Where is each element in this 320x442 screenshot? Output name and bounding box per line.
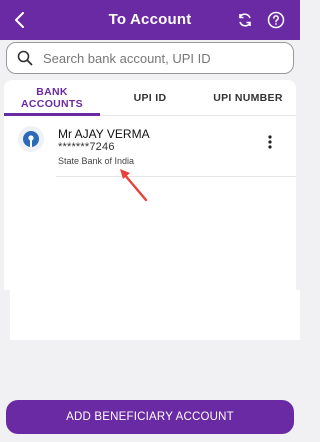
search-box[interactable] [6,42,294,74]
tab-bank-accounts[interactable]: BANK ACCOUNTS [4,80,100,116]
sbi-logo-icon [23,131,39,147]
app-bar: To Account [0,0,300,40]
add-beneficiary-account-button[interactable]: ADD BENEFICIARY ACCOUNT [6,400,294,434]
search-icon [17,50,33,66]
question-circle-icon [267,11,285,29]
account-holder-name: Mr AJAY VERMA [58,127,150,141]
refresh-icon [239,13,251,27]
row-divider [56,176,296,177]
bank-logo [18,126,44,152]
active-tab-indicator [4,113,100,116]
refresh-button[interactable] [233,8,257,32]
annotation-arrow-icon [120,169,148,202]
tab-label: BANK ACCOUNTS [21,86,83,110]
account-number: *******7246 [58,141,115,153]
tab-upi-id[interactable]: UPI ID [100,80,200,116]
more-vertical-icon [268,135,272,149]
search-bar-container [0,40,300,78]
help-button[interactable] [264,8,288,32]
search-input[interactable] [43,48,283,68]
more-options-button[interactable] [262,134,278,150]
button-label: ADD BENEFICIARY ACCOUNT [66,411,234,423]
tab-label: UPI NUMBER [213,92,283,104]
tab-label: UPI ID [133,92,167,104]
blank-area [10,290,300,340]
tab-upi-number[interactable]: UPI NUMBER [200,80,296,116]
tab-bar: BANK ACCOUNTS UPI ID UPI NUMBER [4,80,296,116]
